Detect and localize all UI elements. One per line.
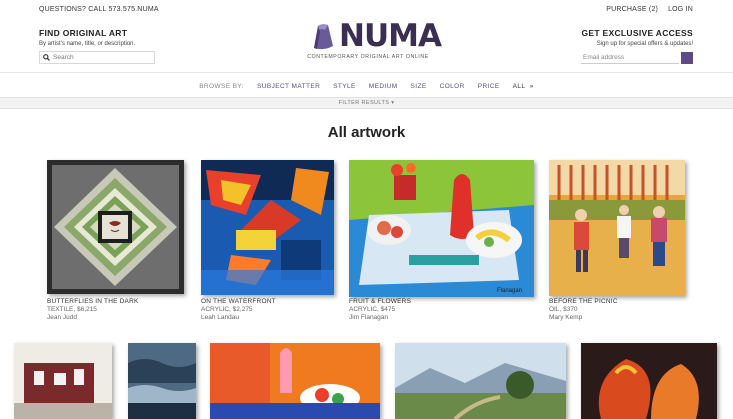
signup-subtitle: Sign up for special offers & updates! — [596, 41, 693, 47]
browse-color[interactable]: COLOR — [440, 83, 465, 90]
header-divider — [0, 72, 733, 73]
artwork-caption-2: ON THE WATERFRONT ACRYLIC, $2,275 Leah L… — [201, 298, 341, 322]
artwork-medium-price: ACRYLIC, $475 — [349, 306, 396, 313]
artwork-image-row2-5[interactable] — [581, 343, 717, 419]
artwork-artist[interactable]: Leah Landau — [201, 314, 341, 322]
artwork-image-row2-4[interactable] — [395, 343, 566, 419]
logo-wordmark: NUMA — [339, 18, 442, 54]
artwork-caption-4: BEFORE THE PICNIC OIL, $370 Mary Kemp — [549, 298, 689, 322]
artwork-image-fruit-flowers[interactable]: Flanagan — [349, 160, 534, 297]
email-field[interactable]: Email address — [581, 51, 679, 64]
find-art-subtitle: By artist's name, title, or description. — [39, 41, 136, 47]
browse-price[interactable]: PRICE — [478, 83, 500, 90]
artwork-title[interactable]: BUTTERFLIES IN THE DARK — [47, 298, 187, 306]
page-title: All artwork — [327, 124, 406, 141]
contact-phone-text: QUESTIONS? CALL 573.575.NUMA — [39, 6, 159, 13]
top-utility-bar: QUESTIONS? CALL 573.575.NUMA PURCHASE (2… — [0, 0, 733, 18]
artwork-image-waterfront[interactable] — [201, 160, 334, 295]
browse-subject-matter[interactable]: SUBJECT MATTER — [257, 83, 320, 90]
artwork-caption-1: BUTTERFLIES IN THE DARK TEXTILE, $6,215 … — [47, 298, 187, 322]
search-placeholder: Search — [53, 54, 74, 61]
browse-nav: BROWSE BY: SUBJECT MATTER STYLE MEDIUM S… — [0, 79, 733, 93]
numa-logo[interactable]: NUMA CONTEMPORARY ORIGINAL ART ONLINE — [306, 19, 442, 64]
artwork-artist[interactable]: Jim Flanagan — [349, 314, 489, 322]
find-art-heading: FIND ORIGINAL ART — [39, 28, 128, 38]
search-icon — [43, 54, 50, 61]
account-links: PURCHASE (2) LOG IN — [606, 6, 693, 13]
browse-all[interactable]: ALL » — [513, 83, 534, 90]
login-link[interactable]: LOG IN — [668, 6, 693, 13]
artwork-image-row2-3[interactable] — [210, 343, 380, 419]
artwork-medium-price: TEXTILE, $6,215 — [47, 306, 97, 313]
svg-text:Flanagan: Flanagan — [497, 288, 522, 294]
artwork-title[interactable]: ON THE WATERFRONT — [201, 298, 341, 306]
artwork-title[interactable]: FRUIT & FLOWERS — [349, 298, 489, 306]
browse-all-arrow: » — [529, 82, 534, 90]
artwork-image-row2-1[interactable] — [14, 343, 112, 419]
browse-style[interactable]: STYLE — [333, 83, 356, 90]
find-art-panel: FIND ORIGINAL ART By artist's name, titl… — [39, 28, 155, 64]
browse-medium[interactable]: MEDIUM — [369, 83, 398, 90]
artwork-image-butterflies[interactable] — [47, 160, 184, 294]
search-input[interactable]: Search — [39, 51, 155, 64]
signup-submit-button[interactable] — [681, 51, 693, 64]
purchase-cart-link[interactable]: PURCHASE (2) — [606, 6, 658, 13]
logo-tagline: CONTEMPORARY ORIGINAL ART ONLINE — [307, 54, 429, 60]
artwork-artist[interactable]: Mary Kemp — [549, 314, 689, 322]
signup-row: Email address — [573, 51, 693, 64]
filter-results-toggle[interactable]: FILTER RESULTS ▾ — [0, 97, 733, 109]
artwork-medium-price: OIL, $370 — [549, 306, 578, 313]
logo-mark-icon — [314, 24, 333, 50]
signup-panel: GET EXCLUSIVE ACCESS Sign up for special… — [573, 28, 693, 64]
browse-size[interactable]: SIZE — [411, 83, 427, 90]
artwork-artist[interactable]: Jean Judd — [47, 314, 187, 322]
artwork-image-before-picnic[interactable] — [549, 160, 685, 296]
browse-all-label: ALL — [512, 82, 526, 90]
artwork-caption-3: FRUIT & FLOWERS ACRYLIC, $475 Jim Flanag… — [349, 298, 489, 322]
artwork-medium-price: ACRYLIC, $2,275 — [201, 306, 253, 313]
signup-heading: GET EXCLUSIVE ACCESS — [581, 28, 693, 38]
browse-label: BROWSE BY: — [199, 82, 245, 90]
artwork-image-row2-2[interactable] — [128, 343, 196, 419]
artwork-title[interactable]: BEFORE THE PICNIC — [549, 298, 689, 306]
